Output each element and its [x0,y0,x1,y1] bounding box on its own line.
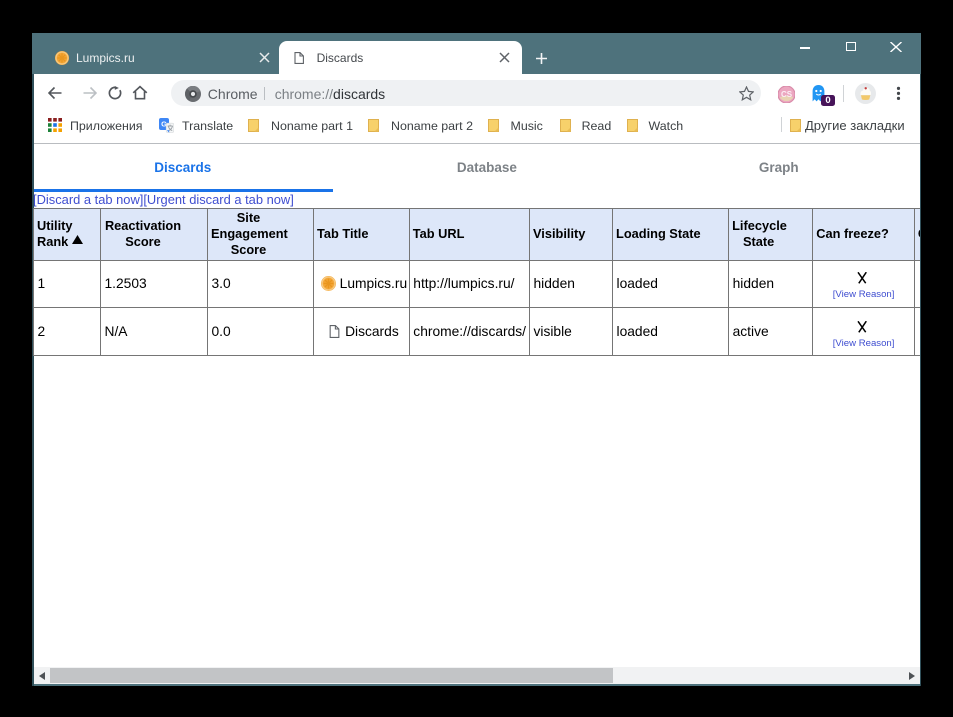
svg-text:CS: CS [781,90,793,99]
